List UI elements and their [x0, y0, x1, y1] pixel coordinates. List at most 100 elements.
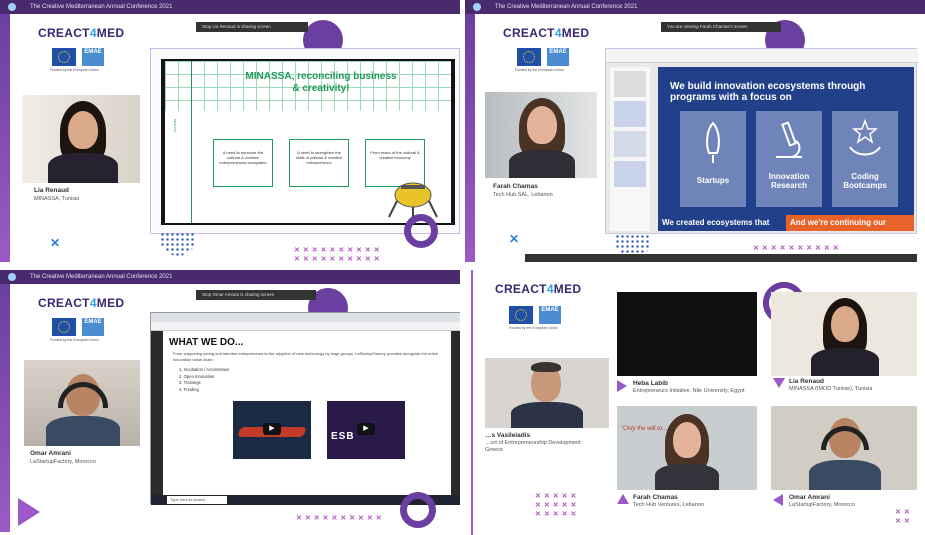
participant-org: LaStartupFactory, Morocco — [789, 502, 855, 508]
speaker-video — [22, 95, 140, 183]
participant-name: Omar Amrani — [789, 494, 830, 501]
slide-footer-right: And we're continuing our — [786, 215, 914, 231]
emae-logo: EMAE — [82, 48, 104, 66]
speaker-video — [24, 360, 140, 446]
video-controls-bar[interactable] — [525, 254, 917, 262]
conference-title: The Creative Mediterranean Annual Confer… — [495, 4, 638, 10]
participant-tile-omar[interactable] — [771, 406, 917, 490]
speaker-video — [485, 92, 597, 178]
decor-x-marks: ✕✕✕✕✕✕✕✕✕✕ ✕✕✕✕✕✕✕✕✕✕ — [294, 247, 383, 262]
quadrant-omar-amrani: The Creative Mediterranean Annual Confer… — [0, 270, 460, 532]
participant-marker-icon — [617, 494, 629, 504]
emae-logo: EMAE — [539, 306, 561, 324]
participant-name: Farah Chamas — [633, 494, 678, 501]
slide-intro: From supporting young and talented entre… — [173, 351, 439, 362]
video-thumbnail-1[interactable]: ▶ — [233, 401, 311, 459]
card-startups: Startups — [680, 111, 746, 207]
video-thumbnail-2[interactable]: ESB ▶ — [327, 401, 405, 459]
app-logo-icon — [8, 3, 16, 11]
participant-tile-farah[interactable]: "Only the will to... — [617, 406, 757, 490]
conference-titlebar: The Creative Mediterranean Annual Confer… — [0, 270, 460, 284]
participant-marker-icon — [617, 380, 627, 392]
participant-tile-vasileiadis[interactable] — [485, 358, 609, 428]
decor-triangle — [18, 498, 40, 526]
slide-footer-left: We created ecosystems that — [658, 215, 786, 231]
conference-title: The Creative Mediterranean Annual Confer… — [30, 274, 173, 280]
emae-logo: EMAE — [82, 318, 104, 336]
creact4med-logo: CREACT4MED — [38, 296, 125, 310]
slide-title: MINASSA, reconciling business & creativi… — [245, 71, 397, 94]
speaker-name: Farah Chamas — [493, 183, 538, 190]
funding-note: Funded by the European Union — [50, 68, 99, 72]
slide-thumbnails[interactable] — [610, 67, 650, 231]
emae-logo: EMAE — [547, 48, 569, 66]
app-logo-icon — [8, 273, 16, 281]
decor-x-icon: ✕ — [509, 232, 520, 246]
decor-ring — [404, 214, 438, 248]
slide-headline: We build innovation ecosystems through p… — [670, 81, 866, 103]
play-icon: ▶ — [357, 423, 375, 435]
left-decor-strip — [0, 14, 10, 262]
funding-note: Funded by the European Union — [509, 326, 558, 330]
share-status-bar[interactable]: You are viewing Farah Chamas's screen — [661, 22, 781, 32]
quadrant-lia-renaud: The Creative Mediterranean Annual Confer… — [0, 0, 460, 262]
participant-org: Tech Hub Ventures, Lebanon — [633, 502, 704, 508]
participant-org: …ort of Entrepreneurship Development Gre… — [485, 440, 581, 453]
app-logo-icon — [473, 3, 481, 11]
eu-flag-icon — [517, 48, 541, 66]
conference-title: The Creative Mediterranean Annual Confer… — [30, 4, 173, 10]
left-decor-strip — [465, 14, 475, 262]
card-coding-bootcamps: Coding Bootcamps — [832, 111, 898, 207]
quadrant-gallery: CREACT4MED EMAE Funded by the European U… — [465, 270, 925, 535]
creact4med-logo: CREACT4MED — [495, 282, 582, 296]
decor-x-marks: ✕✕✕✕✕ ✕✕✕✕✕ ✕✕✕✕✕ — [535, 493, 580, 518]
microscope-icon — [776, 121, 802, 158]
creact4med-logo: CREACT4MED — [38, 26, 125, 40]
funding-note: Funded by the European Union — [515, 68, 564, 72]
participant-tile-lia[interactable] — [771, 292, 917, 376]
conference-titlebar: The Creative Mediterranean Annual Confer… — [0, 0, 460, 14]
taskbar-search[interactable]: Type here to search — [167, 496, 227, 504]
decor-x-icon: ✕ — [50, 236, 61, 250]
participant-org: Entrepreneurs Initiative, Nile Universit… — [633, 388, 745, 394]
play-icon: ▶ — [263, 423, 281, 435]
decor-ring — [400, 492, 436, 528]
slide-list: 1. Incubation / Acceleration 2. Open Inn… — [179, 367, 230, 392]
conference-titlebar: The Creative Mediterranean Annual Confer… — [465, 0, 925, 14]
creact4med-logo: CREACT4MED — [503, 26, 590, 40]
participant-name: Lia Renaud — [789, 378, 825, 385]
slide-box-2: A need to strengthen the skills of cultu… — [289, 139, 349, 187]
eu-flag-icon — [52, 318, 76, 336]
eu-flag-icon — [509, 306, 533, 324]
quadrant-farah-chamas: The Creative Mediterranean Annual Confer… — [465, 0, 925, 262]
left-divider — [465, 270, 473, 535]
shared-presentation-window: We build innovation ecosystems through p… — [605, 48, 918, 234]
decor-x-marks: ✕✕✕✕✕✕✕✕✕✕ — [296, 515, 385, 522]
share-status-bar[interactable]: Stop Lia Renaud is sharing screen — [196, 22, 308, 32]
speaker-org: Tech Hub SAL, Lebanon — [493, 192, 553, 198]
participant-name: …s Vasileiadis — [485, 432, 531, 439]
card-innovation-research: Innovation Research — [756, 111, 822, 207]
hand-star-icon — [849, 118, 881, 156]
share-status-bar[interactable]: Stop Omar Amrani is sharing screen — [196, 290, 316, 300]
shared-browser-window: WHAT WE DO... From supporting young and … — [150, 312, 460, 505]
address-bar[interactable] — [151, 322, 460, 331]
decor-dots — [160, 232, 196, 256]
decor-x-marks: ✕✕ ✕✕ — [895, 509, 913, 525]
decor-x-marks: ✕✕✕✕✕✕✕✕✕✕ — [753, 245, 842, 252]
speaker-org: LaStartupFactory, Morocco — [30, 459, 96, 465]
speaker-name: Lia Renaud — [34, 187, 70, 194]
participant-tile-heba[interactable] — [617, 292, 757, 376]
rocket-icon — [706, 121, 720, 163]
current-slide: We build innovation ecosystems through p… — [658, 67, 914, 231]
participant-org: MINASSA (IMOD Tunisie), Tunisia — [789, 386, 873, 392]
slide-box-1: A need to structure the cultural & creat… — [213, 139, 273, 187]
eu-flag-icon — [52, 48, 76, 66]
left-decor-strip — [0, 284, 10, 532]
participant-name: Heba Labib — [633, 380, 669, 387]
browser-tabs[interactable] — [151, 313, 460, 322]
participant-marker-icon — [773, 494, 783, 506]
participant-marker-icon — [773, 378, 785, 388]
shared-slide: MINASSA MINASSA, reconciling business & … — [150, 48, 460, 234]
speaker-name: Omar Amrani — [30, 450, 71, 457]
